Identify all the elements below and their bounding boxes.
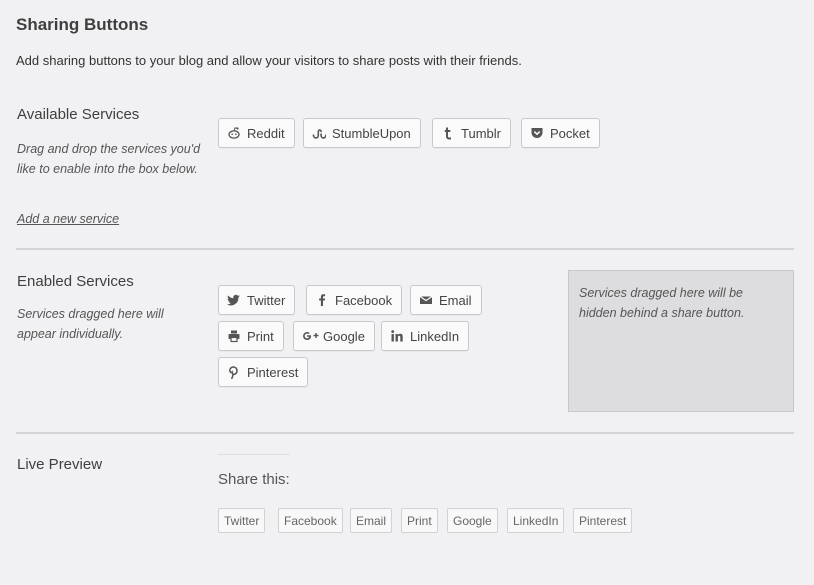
service-label: LinkedIn — [410, 328, 460, 344]
tumblr-icon — [441, 126, 455, 140]
preview-rule — [218, 454, 290, 455]
enabled-services-description: Services dragged here will appear indivi… — [17, 307, 164, 341]
preview-button-twitter[interactable]: Twitter — [218, 508, 266, 533]
service-button-tumblr[interactable]: Tumblr — [432, 118, 511, 148]
hidden-services-dropzone[interactable]: Services dragged here will be hidden beh… — [568, 270, 794, 412]
hidden-services-text: Services dragged here will be hidden beh… — [579, 286, 745, 320]
service-label: Google — [323, 328, 365, 344]
service-button-google[interactable]: Google — [293, 321, 375, 351]
share-this-label: Share this: — [218, 471, 290, 488]
linkedin-icon — [390, 329, 404, 343]
service-button-pocket[interactable]: Pocket — [521, 118, 600, 148]
email-icon — [419, 293, 433, 307]
service-label: Pinterest — [247, 364, 299, 380]
service-button-reddit[interactable]: Reddit — [218, 118, 295, 148]
enabled-services-title: Enabled Services — [17, 273, 134, 290]
service-label: Reddit — [247, 125, 285, 141]
google-plus-icon — [302, 329, 320, 343]
preview-button-google[interactable]: Google — [447, 508, 498, 533]
service-button-twitter[interactable]: Twitter — [218, 285, 296, 315]
preview-button-linkedin[interactable]: LinkedIn — [507, 508, 565, 533]
twitter-icon — [227, 293, 241, 307]
live-preview-title: Live Preview — [17, 456, 103, 473]
pocket-icon — [530, 126, 544, 140]
pinterest-icon — [227, 365, 241, 379]
service-label: Email — [439, 292, 472, 308]
service-label: StumbleUpon — [332, 125, 411, 141]
service-label: Print — [247, 328, 274, 344]
service-button-linkedin[interactable]: LinkedIn — [381, 321, 470, 351]
service-button-stumbleupon[interactable]: StumbleUpon — [303, 118, 421, 148]
service-label: Pocket — [550, 125, 590, 141]
service-button-email[interactable]: Email — [410, 285, 482, 315]
available-services-description: Drag and drop the services you'd like to… — [17, 142, 201, 176]
service-button-print[interactable]: Print — [218, 321, 284, 351]
reddit-icon — [227, 126, 241, 140]
preview-button-pinterest[interactable]: Pinterest — [573, 508, 633, 533]
service-label: Tumblr — [461, 125, 501, 141]
section-divider — [16, 248, 794, 250]
preview-button-email[interactable]: Email — [350, 508, 393, 533]
preview-button-print[interactable]: Print — [401, 508, 438, 533]
stumbleupon-icon — [312, 126, 326, 140]
page-intro: Add sharing buttons to your blog and all… — [16, 53, 522, 68]
print-icon — [227, 329, 241, 343]
available-services-title: Available Services — [17, 106, 140, 123]
service-button-facebook[interactable]: Facebook — [306, 285, 403, 315]
page-title: Sharing Buttons — [16, 15, 149, 34]
section-divider — [16, 432, 794, 434]
add-new-service-link[interactable]: Add a new service — [17, 212, 119, 226]
service-label: Facebook — [335, 292, 393, 308]
facebook-icon — [315, 293, 329, 307]
preview-button-facebook[interactable]: Facebook — [278, 508, 343, 533]
service-button-pinterest[interactable]: Pinterest — [218, 357, 309, 387]
service-label: Twitter — [247, 292, 286, 308]
